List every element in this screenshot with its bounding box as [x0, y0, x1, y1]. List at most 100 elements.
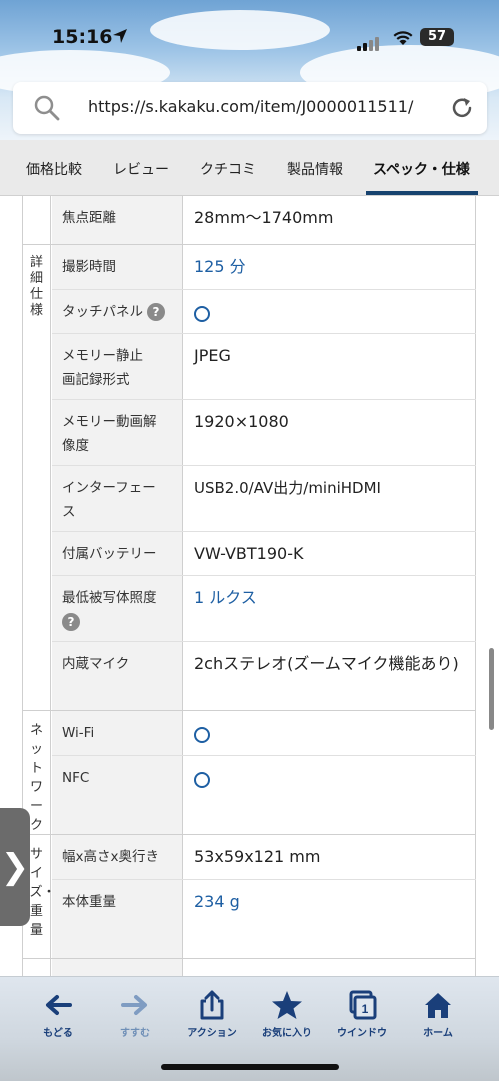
spec-row: タッチパネル? [52, 289, 476, 334]
share-icon [200, 990, 224, 1020]
page-scrollbar[interactable] [489, 648, 494, 730]
tab-price-compare[interactable]: 価格比較 [26, 159, 82, 179]
available-circle-icon [194, 772, 210, 788]
spec-value [183, 290, 476, 334]
spec-group-next [22, 958, 476, 976]
tab-specs[interactable]: スペック・仕様 [373, 159, 470, 179]
spec-group-network: ネットワーク Wi-Fi NFC [22, 710, 476, 836]
spec-value-link[interactable]: 234 g [183, 880, 476, 960]
spec-value: 28mm〜1740mm [183, 196, 476, 244]
spec-row: 幅x高さx奥行き 53x59x121 mm [52, 835, 476, 879]
action-button[interactable]: アクション [174, 989, 250, 1039]
location-arrow-icon [113, 29, 127, 43]
search-icon [34, 95, 60, 121]
available-circle-icon [194, 306, 210, 322]
spec-key: 本体重量 [52, 880, 183, 960]
spec-key: インターフェース [52, 466, 183, 532]
favorites-button[interactable]: お気に入り [249, 989, 325, 1039]
spec-key: 焦点距離 [52, 196, 183, 244]
spec-group-label [22, 959, 51, 976]
min-illumination-link[interactable]: 1 ルクス [194, 588, 257, 607]
spec-row: 撮影時間 125 分 [52, 245, 476, 289]
spec-row: NFC [52, 755, 476, 836]
arrow-right-icon [121, 995, 147, 1015]
status-time: 15:16 [52, 26, 113, 48]
side-drawer-handle[interactable]: ❯ [0, 808, 30, 926]
active-tab-indicator [366, 191, 478, 195]
back-label: もどる [43, 1028, 73, 1039]
arrow-left-icon [46, 995, 72, 1015]
window-label: ウインドウ [337, 1028, 387, 1039]
spec-row: 焦点距離 28mm〜1740mm [52, 196, 476, 244]
spec-row: 付属バッテリー VW-VBT190-K [52, 531, 476, 576]
group-label-text: 詳細仕様 [29, 255, 43, 318]
spec-key: メモリー静止画記録形式 [52, 334, 183, 400]
spec-key: 付属バッテリー [52, 532, 183, 576]
spec-value-link[interactable]: 125 分 [183, 245, 476, 289]
spec-row: 最低被写体照度? 1 ルクス [52, 575, 476, 642]
spec-value: 1920×1080 [183, 400, 476, 466]
spec-key: Wi-Fi [52, 711, 183, 755]
spec-row: 本体重量 234 g [52, 879, 476, 960]
spec-group-label [22, 196, 51, 244]
group-label-text: サイズ・重量 [29, 847, 56, 938]
shooting-time-link[interactable]: 125 分 [194, 257, 246, 276]
help-icon[interactable]: ? [147, 303, 165, 321]
status-bar: 15:16 57 [0, 0, 499, 72]
spec-value-link[interactable]: 1 ルクス [183, 576, 476, 642]
spec-key: 幅x高さx奥行き [52, 835, 183, 879]
spec-value [183, 959, 476, 976]
window-count: 1 [362, 1002, 369, 1016]
spec-key: 内蔵マイク [52, 642, 183, 712]
cellular-signal-icon [357, 32, 381, 51]
spec-key: 最低被写体照度? [52, 576, 183, 642]
product-tab-bar: 価格比較 レビュー クチコミ 製品情報 スペック・仕様 [0, 140, 499, 196]
weight-link[interactable]: 234 g [194, 892, 240, 911]
star-icon [272, 991, 302, 1019]
spec-value: JPEG [183, 334, 476, 400]
spec-key-text: 最低被写体照度 [62, 590, 157, 606]
home-icon [425, 993, 451, 1018]
spec-group-label: 詳細仕様 [22, 245, 51, 711]
spec-value: VW-VBT190-K [183, 532, 476, 576]
reload-icon[interactable] [449, 95, 475, 121]
spec-group-size-weight: サイズ・重量 幅x高さx奥行き 53x59x121 mm 本体重量 234 g [22, 834, 476, 960]
spec-key: 撮影時間 [52, 245, 183, 289]
spec-group-continued: 焦点距離 28mm〜1740mm [22, 196, 476, 244]
spec-row: メモリー動画解像度 1920×1080 [52, 399, 476, 466]
back-button[interactable]: もどる [20, 989, 96, 1039]
spec-key: NFC [52, 756, 183, 836]
group-label-text: ネットワーク [29, 723, 43, 833]
spec-row: Wi-Fi [52, 711, 476, 755]
spec-table: 焦点距離 28mm〜1740mm 詳細仕様 撮影時間 125 分 タッチパネル?… [0, 196, 499, 976]
tab-reviews[interactable]: レビュー [113, 159, 169, 179]
spec-value [183, 756, 476, 836]
favorites-label: お気に入り [262, 1028, 312, 1039]
battery-indicator: 57 [420, 28, 454, 46]
home-button[interactable]: ホーム [400, 989, 476, 1039]
spec-value [183, 711, 476, 755]
tab-product-info[interactable]: 製品情報 [287, 159, 343, 179]
spec-row: インターフェース USB2.0/AV出力/miniHDMI [52, 465, 476, 532]
forward-label: すすむ [120, 1028, 150, 1039]
spec-key: メモリー動画解像度 [52, 400, 183, 466]
windows-icon: 1 [349, 990, 377, 1020]
help-icon[interactable]: ? [62, 613, 80, 631]
spec-key-text: タッチパネル [62, 304, 143, 320]
action-label: アクション [187, 1028, 237, 1039]
home-indicator [161, 1064, 339, 1070]
available-circle-icon [194, 727, 210, 743]
spec-row [52, 959, 476, 976]
window-button[interactable]: 1 ウインドウ [324, 989, 400, 1039]
url-text[interactable]: https://s.kakaku.com/item/J0000011511/ [88, 97, 413, 116]
spec-value: USB2.0/AV出力/miniHDMI [183, 466, 476, 532]
spec-key: タッチパネル? [52, 290, 183, 334]
address-bar[interactable]: https://s.kakaku.com/item/J0000011511/ [13, 82, 487, 134]
spec-value: 2chステレオ(ズームマイク機能あり) [183, 642, 476, 712]
forward-button[interactable]: すすむ [97, 989, 173, 1039]
spec-row: メモリー静止画記録形式 JPEG [52, 333, 476, 400]
spec-key [52, 959, 183, 976]
spec-value: 53x59x121 mm [183, 835, 476, 879]
home-label: ホーム [423, 1028, 453, 1039]
tab-word-of-mouth[interactable]: クチコミ [200, 159, 256, 179]
